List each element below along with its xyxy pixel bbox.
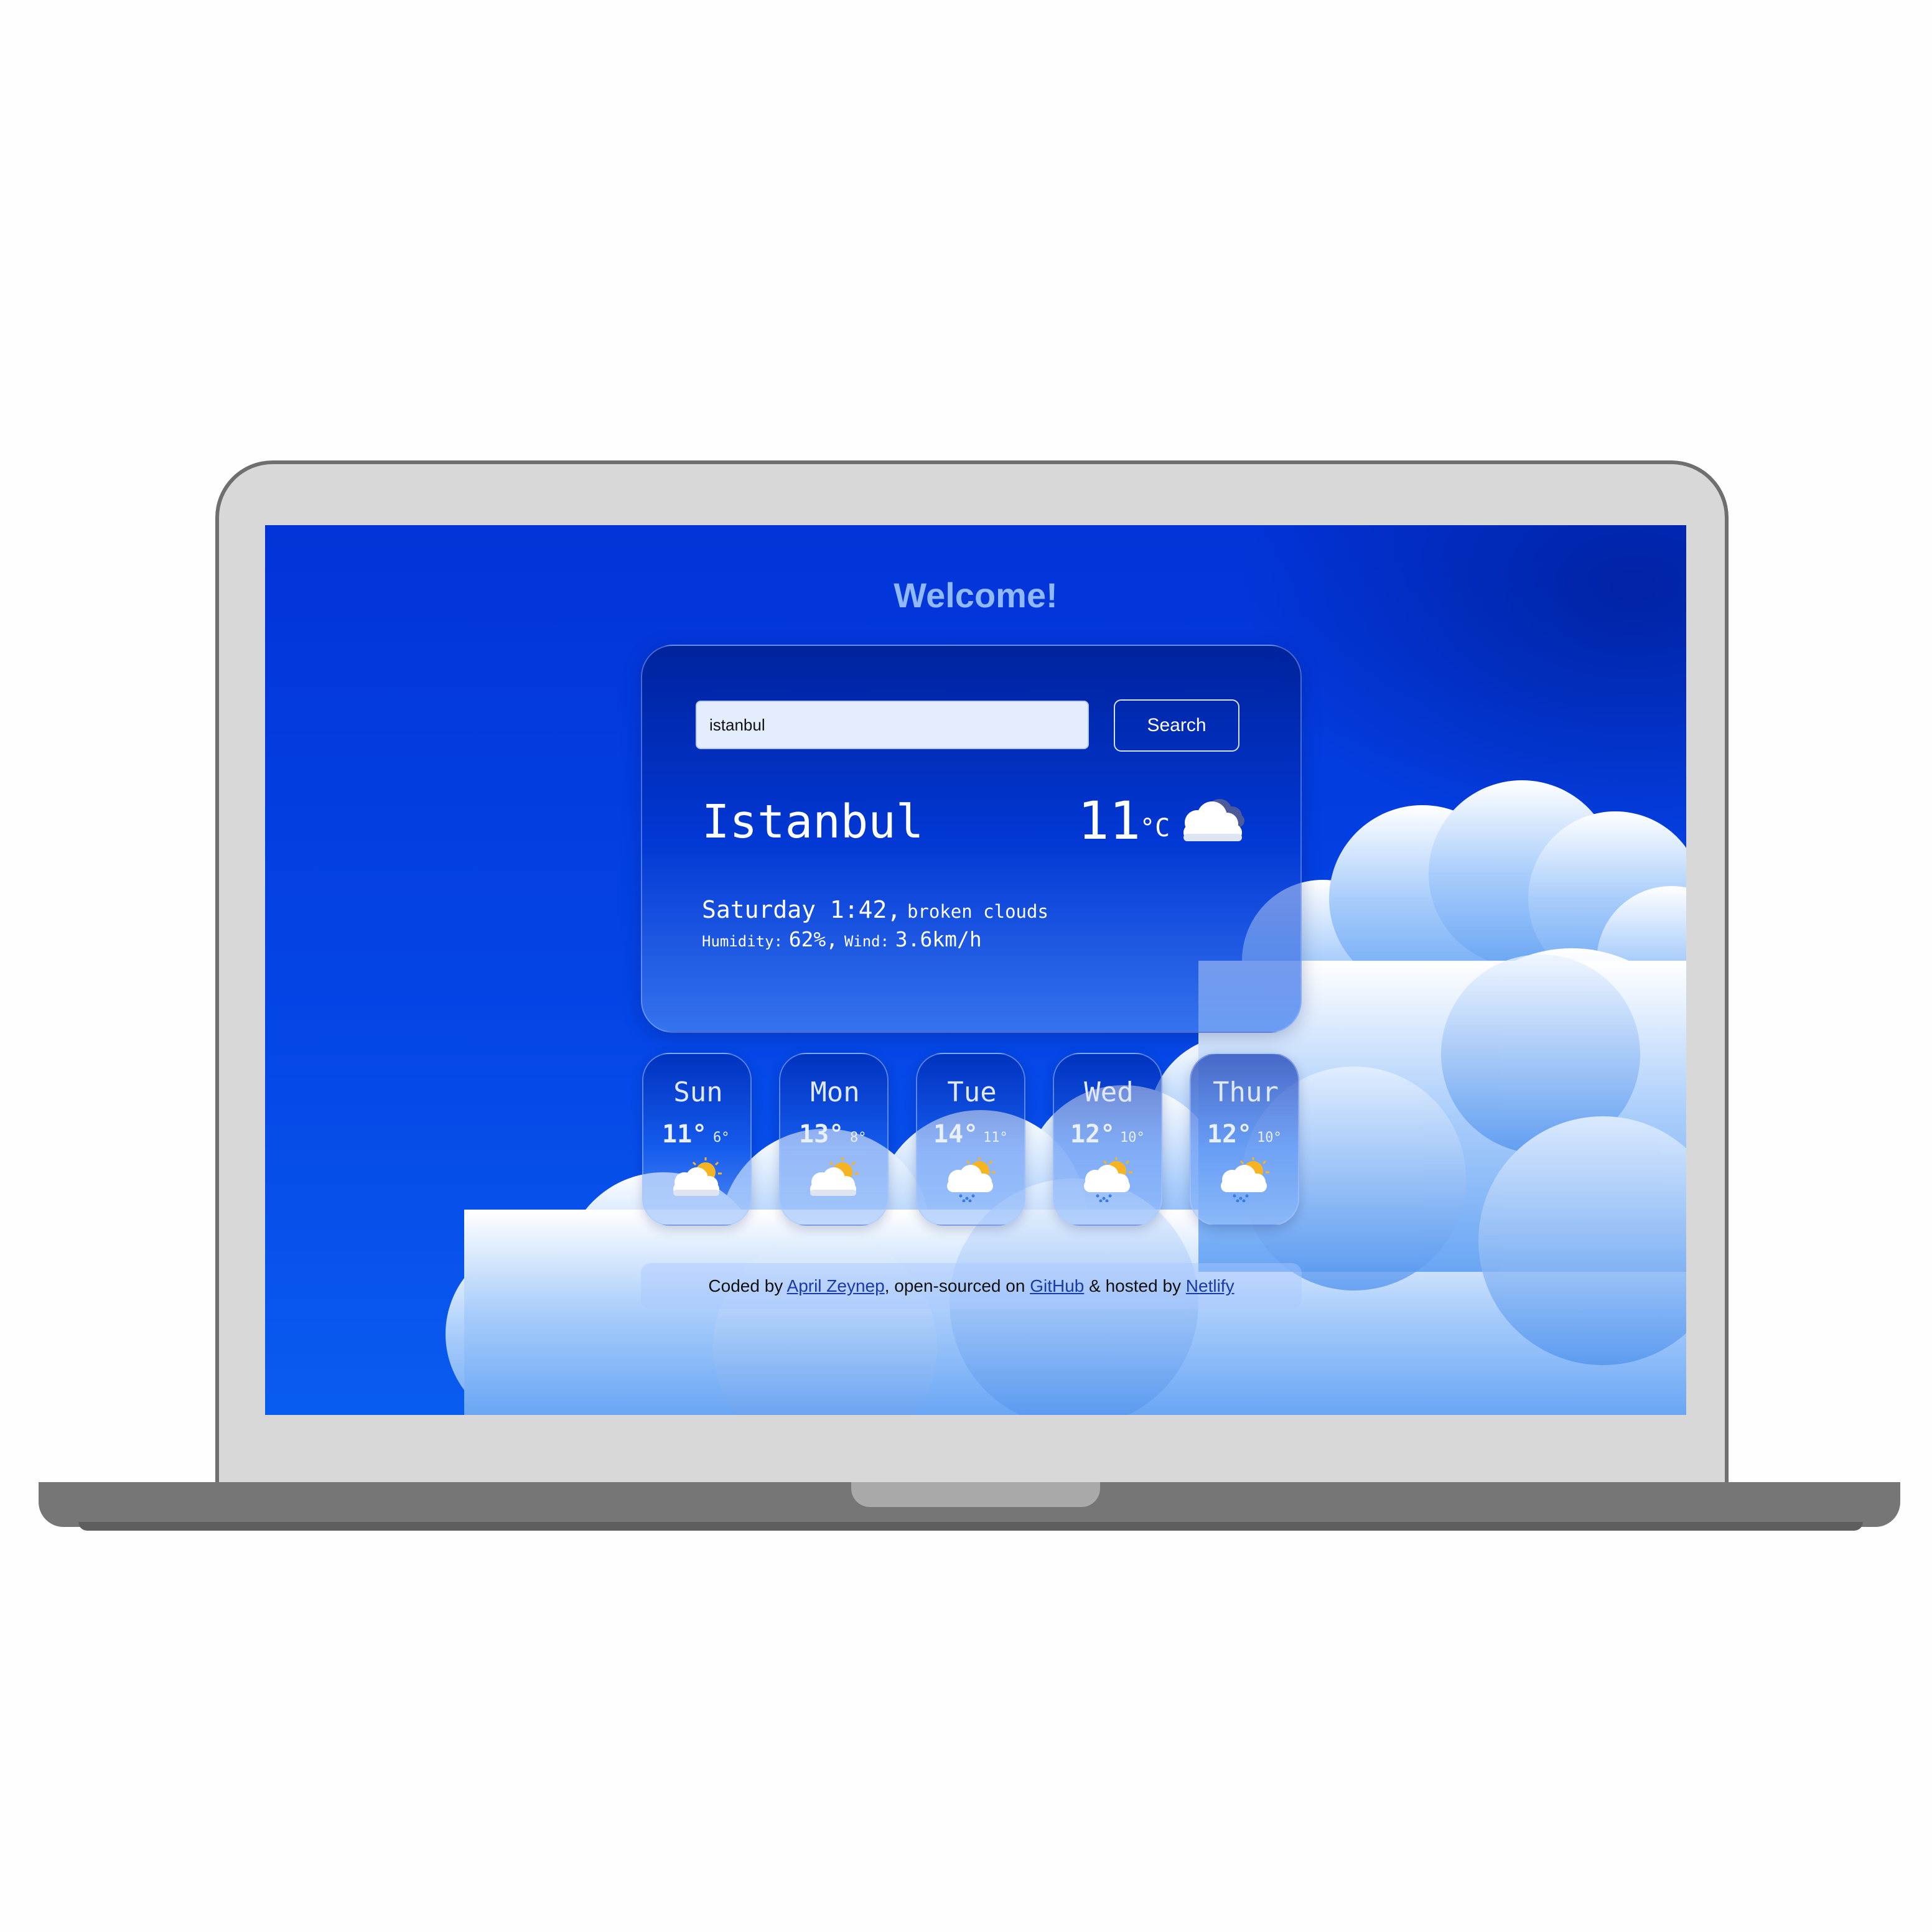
partly-cloudy-rain-icon (947, 1157, 996, 1202)
forecast-day: Mon 13° 8° (779, 1053, 889, 1226)
forecast-day: Tue 14° 11° (916, 1053, 1025, 1226)
forecast-low: 10° (1257, 1130, 1282, 1146)
broken-clouds-icon (1183, 799, 1244, 841)
partly-cloudy-icon (810, 1157, 859, 1196)
forecast-low: 6° (713, 1130, 730, 1146)
laptop-notch (851, 1482, 1100, 1507)
date-description-line: Saturday 1:42, broken clouds (702, 896, 1048, 923)
laptop-foot (78, 1522, 1863, 1531)
weather-card: Search Istanbul 11 °C Saturday 1:42, bro… (641, 645, 1302, 1033)
partly-cloudy-icon (673, 1157, 722, 1196)
author-link[interactable]: April Zeynep (787, 1276, 885, 1295)
footer-prefix: Coded by (708, 1276, 787, 1295)
forecast-day: Thur 12° 10° (1190, 1053, 1299, 1226)
wind-value: 3.6km/h (895, 927, 982, 951)
footer-mid: , open-sourced on (884, 1276, 1030, 1295)
browser-viewport: Welcome! Search Istanbul 11 °C Saturd (265, 525, 1686, 1415)
humidity-wind-line: Humidity: 62%, Wind: 3.6km/h (702, 927, 982, 951)
forecast-day-name: Sun (673, 1076, 723, 1108)
city-search-input[interactable] (696, 701, 1089, 749)
forecast-high: 12° (1070, 1120, 1116, 1149)
forecast-high: 12° (1207, 1120, 1253, 1149)
page-title: Welcome! (894, 576, 1058, 615)
footer-credits: Coded by April Zeynep, open-sourced on G… (641, 1263, 1302, 1309)
humidity-value: 62% (788, 927, 826, 951)
forecast-high: 14° (933, 1120, 979, 1149)
forecast-day: Sun 11° 6° (642, 1053, 752, 1226)
forecast-low: 10° (1120, 1130, 1145, 1146)
partly-cloudy-rain-icon (1221, 1157, 1269, 1202)
city-name: Istanbul (702, 795, 924, 849)
forecast-day-name: Thur (1213, 1076, 1279, 1108)
current-temperature: 11 (1078, 790, 1141, 851)
netlify-link[interactable]: Netlify (1186, 1276, 1234, 1295)
forecast-day-name: Mon (810, 1076, 860, 1108)
forecast-day: Wed 12° 10° (1053, 1053, 1162, 1226)
forecast-day-name: Wed (1084, 1076, 1134, 1108)
footer-mid2: & hosted by (1084, 1276, 1186, 1295)
wind-label: Wind: (844, 933, 890, 950)
forecast-low: 8° (850, 1130, 867, 1146)
forecast-day-name: Tue (947, 1076, 997, 1108)
search-button[interactable]: Search (1114, 699, 1239, 752)
forecast-high: 11° (662, 1120, 707, 1149)
current-datetime: Saturday 1:42 (702, 896, 887, 923)
partly-cloudy-rain-icon (1084, 1157, 1132, 1202)
weather-description: broken clouds (907, 901, 1048, 922)
forecast-low: 11° (983, 1130, 1008, 1146)
github-link[interactable]: GitHub (1030, 1276, 1084, 1295)
humidity-label: Humidity: (702, 933, 783, 950)
temperature-unit: °C (1140, 814, 1170, 842)
forecast-high: 13° (799, 1120, 844, 1149)
